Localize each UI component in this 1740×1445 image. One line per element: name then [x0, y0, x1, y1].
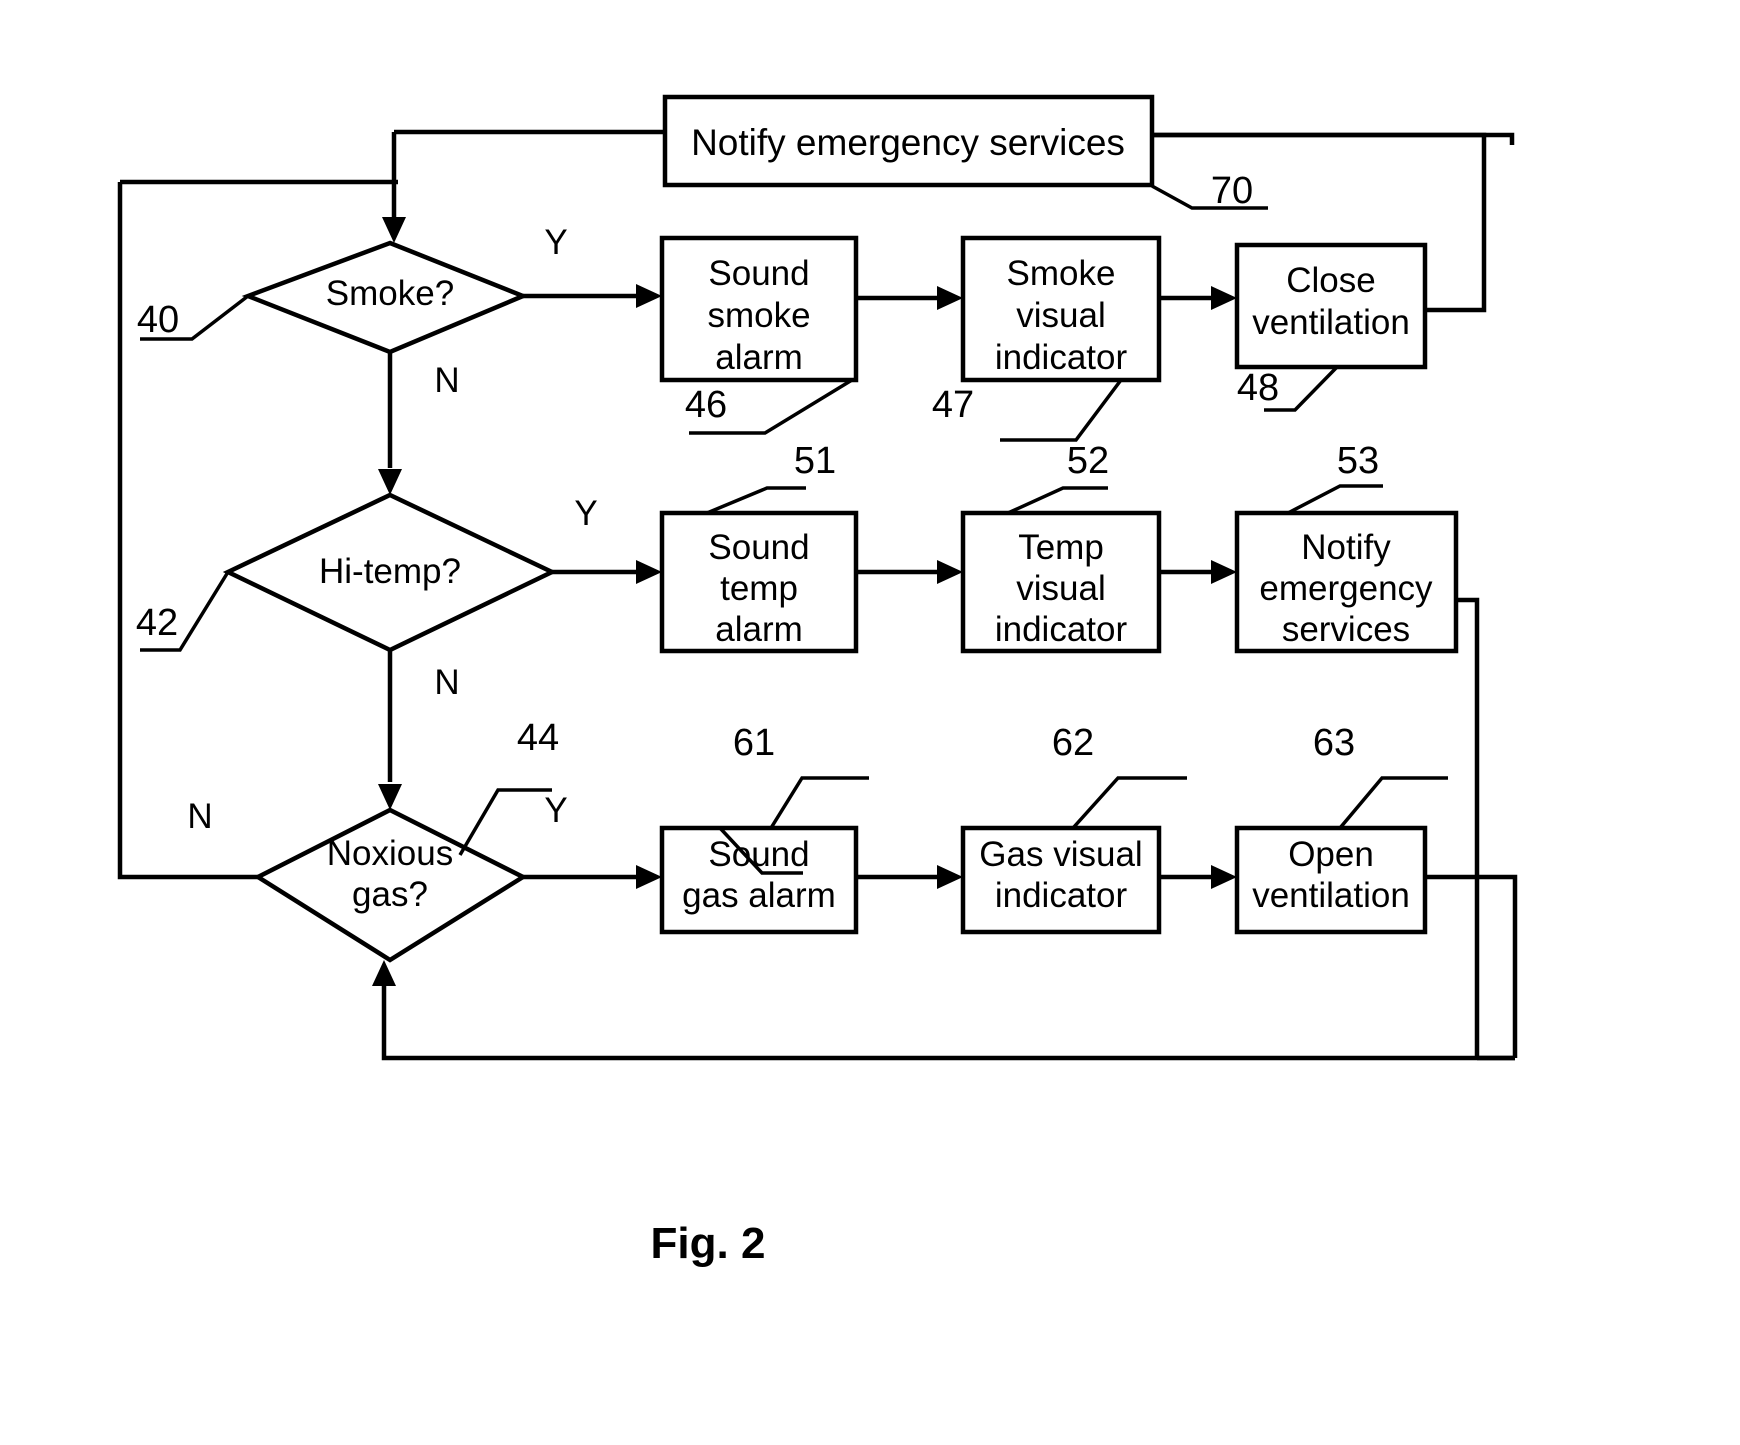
sound-smoke-alarm-line1: Sound — [708, 254, 809, 293]
edge-label-hitemp-no: N — [434, 663, 459, 702]
hitemp-no-edge — [378, 650, 402, 810]
temp-visual-line1: Temp — [1018, 528, 1104, 567]
gas-decision-line1: Noxious — [327, 834, 453, 873]
node-temp-visual-indicator[interactable]: Temp visual indicator — [960, 510, 1162, 654]
bottom-return-rail — [372, 960, 1515, 1061]
sound-temp-alarm-line3: alarm — [715, 610, 803, 649]
sound-smoke-alarm-line2: smoke — [707, 296, 810, 335]
edge-label-hitemp-yes: Y — [574, 494, 597, 533]
smoke-visual-line1: Smoke — [1007, 254, 1116, 293]
edge-label-smoke-no: N — [434, 361, 459, 400]
sound-gas-alarm-line2: gas alarm — [682, 876, 836, 915]
ref-number-42: 42 — [136, 602, 178, 644]
node-notify-emergency-services[interactable]: Notify emergency services — [1234, 510, 1459, 654]
patent-figure: Notify emergency services 70 Smoke? 40 Y… — [0, 0, 1740, 1445]
notify-services-line3: services — [1282, 610, 1410, 649]
ref-number-48: 48 — [1237, 367, 1279, 409]
ref-leader-51 — [706, 486, 806, 515]
node-sound-gas-alarm[interactable]: Sound gas alarm — [659, 825, 859, 935]
ref-number-51: 51 — [794, 440, 836, 482]
gas-yes-edge — [523, 865, 662, 889]
smoke-decision-label: Smoke? — [326, 274, 454, 313]
notify-services-line1: Notify — [1301, 528, 1391, 567]
edge-label-gas-yes: Y — [544, 791, 567, 830]
ref-number-47: 47 — [932, 384, 974, 426]
smoke-no-edge — [378, 352, 402, 495]
smoke-yes-edge — [523, 284, 662, 308]
ref-number-46: 46 — [685, 384, 727, 426]
gas-decision-line2: gas? — [352, 875, 428, 914]
smoke-visual-line2: visual — [1016, 296, 1105, 335]
open-ventilation-line1: Open — [1288, 835, 1374, 874]
edge-label-smoke-yes: Y — [544, 223, 567, 262]
node-open-ventilation[interactable]: Open ventilation — [1234, 825, 1428, 935]
ref-leader-52 — [1007, 486, 1108, 515]
notify-services-line2: emergency — [1259, 569, 1433, 608]
node-smoke-visual-indicator[interactable]: Smoke visual indicator — [960, 235, 1162, 383]
hitemp-decision-label: Hi-temp? — [319, 552, 461, 591]
hitemp-yes-edge — [552, 560, 662, 584]
node-sound-temp-alarm[interactable]: Sound temp alarm — [659, 510, 859, 654]
ref-number-63: 63 — [1313, 722, 1355, 764]
gas-visual-line2: indicator — [995, 876, 1128, 915]
notify-top-label: Notify emergency services — [691, 122, 1125, 163]
sound-temp-alarm-line2: temp — [720, 569, 798, 608]
ref-leader-53 — [1287, 484, 1383, 515]
ref-number-40: 40 — [137, 299, 179, 341]
edge-label-gas-no: N — [187, 797, 212, 836]
ref-number-70: 70 — [1211, 170, 1253, 212]
gas-visual-line1: Gas visual — [979, 835, 1142, 874]
feed-into-smoke — [382, 129, 665, 243]
smoke-visual-line3: indicator — [995, 338, 1128, 377]
node-smoke-decision[interactable]: Smoke? — [241, 240, 529, 355]
temp-visual-line2: visual — [1016, 569, 1105, 608]
node-gas-visual-indicator[interactable]: Gas visual indicator — [960, 825, 1162, 935]
ref-leader-44 — [458, 788, 552, 856]
open-ventilation-line2: ventilation — [1252, 876, 1410, 915]
node-close-ventilation[interactable]: Close ventilation — [1234, 242, 1428, 370]
notify53-return — [1456, 597, 1480, 1058]
close-ventilation-line2: ventilation — [1252, 303, 1410, 342]
notify70-right-rail — [1152, 132, 1515, 145]
sound-smoke-alarm-line3: alarm — [715, 338, 803, 377]
sound-temp-alarm-line1: Sound — [708, 528, 809, 567]
flowchart-diagram: Notify emergency services 70 Smoke? 40 Y… — [117, 94, 1518, 1268]
node-gas-decision[interactable]: Noxious gas? — [253, 807, 528, 963]
figure-caption: Fig. 2 — [651, 1219, 766, 1268]
temp-visual-line3: indicator — [995, 610, 1128, 649]
open-ventilation-return — [1425, 874, 1518, 1058]
ref-number-61: 61 — [733, 722, 775, 764]
close-ventilation-line1: Close — [1286, 261, 1375, 300]
node-sound-smoke-alarm[interactable]: Sound smoke alarm — [659, 235, 859, 383]
ref-number-62: 62 — [1052, 722, 1094, 764]
ref-number-53: 53 — [1337, 440, 1379, 482]
ref-number-52: 52 — [1067, 440, 1109, 482]
node-hitemp-decision[interactable]: Hi-temp? — [222, 492, 558, 653]
ref-leader-47 — [1000, 378, 1123, 442]
ref-number-44: 44 — [517, 717, 559, 759]
ref-leaders-row3 — [769, 776, 1448, 830]
node-notify-emergency-top[interactable]: Notify emergency services — [662, 94, 1155, 188]
